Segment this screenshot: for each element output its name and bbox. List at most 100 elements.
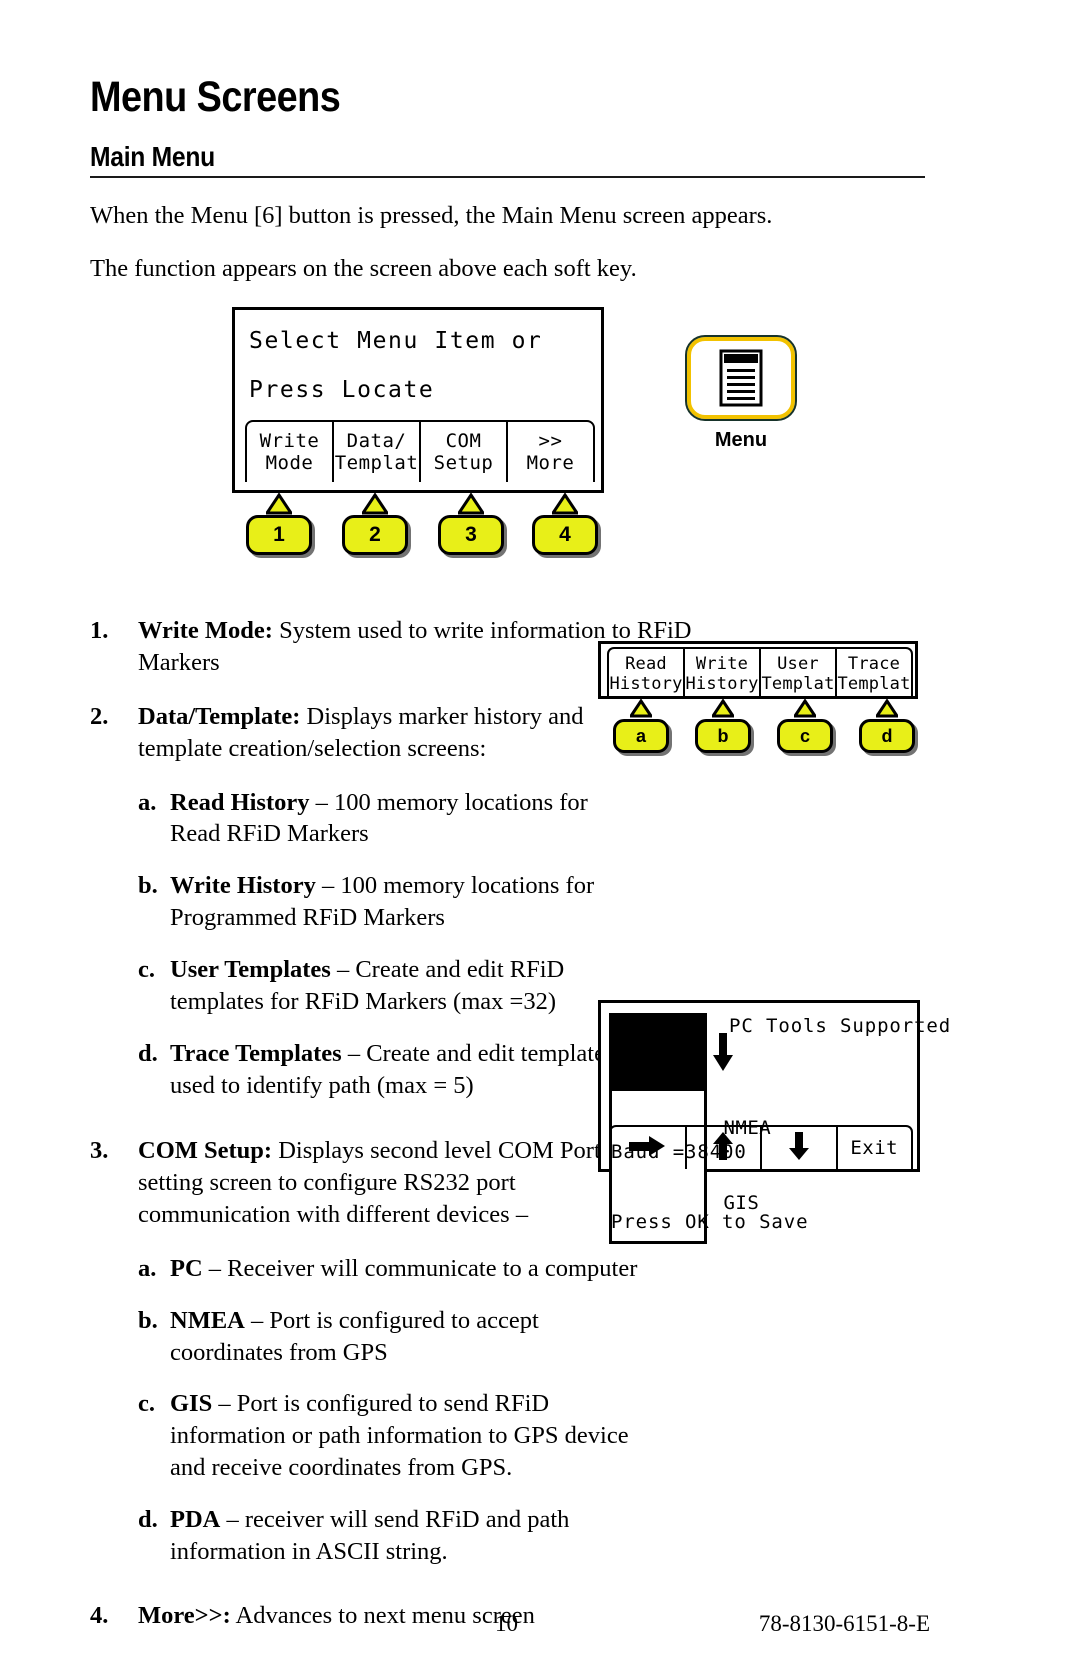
softkey-label-top: Data/ [346,429,407,452]
softkey-label-bottom: History [609,674,683,694]
list-item-text: – Port is configured to send RFiD inform… [170,1390,629,1482]
list-item-text: – receiver will send RFiD and path infor… [170,1505,570,1565]
softkey-label-bottom: Setup [433,452,494,475]
list-item-number: 3. [90,1137,109,1165]
com-setup-status: Baud =38400 Press OK to Save [611,1095,808,1280]
list-item-term: NMEA [170,1306,245,1334]
list-item-2b: b. Write History – 100 memory locations … [138,870,990,934]
section-divider [90,175,925,178]
softkey-user-templates[interactable]: User Templat [761,649,837,699]
hardware-button-1[interactable]: 1 [246,515,312,556]
com-setup-softkey-strip: Exit [609,1125,913,1169]
softkey-label-bottom: Mode [265,452,314,475]
up-arrow-icon [712,1131,734,1166]
list-item-number: b. [138,1306,158,1334]
softkey-write-mode[interactable]: Write Mode [247,422,334,483]
softkey-down-arrow[interactable] [762,1127,838,1169]
list-item-term: More>>: [138,1601,231,1629]
softkey-right-arrow[interactable] [611,1127,687,1169]
hardware-button-b[interactable]: b [695,719,751,753]
softkey-pointer-3 [458,493,484,515]
hardware-button-4[interactable]: 4 [532,515,598,556]
list-item-number: a. [138,788,157,816]
list-item-3c: c. GIS – Port is configured to send RFiD… [138,1388,990,1484]
hardware-button-a[interactable]: a [613,719,669,753]
data-template-softkey-strip: Read History Write History User Templat … [598,641,918,699]
softkey-label-bottom: More [526,452,575,475]
list-item-3a: a. PC – Receiver will communicate to a c… [138,1253,990,1285]
list-item-body: PC – Receiver will communicate to a comp… [170,1253,637,1285]
page-number: 10 [495,1611,518,1636]
list-item-term: Write Mode: [138,617,273,645]
dropdown-option-pc[interactable]: ✓PC [612,1016,747,1091]
section-title: Main Menu [90,141,215,173]
softkey-read-history[interactable]: Read History [609,649,685,699]
hardware-button-c[interactable]: c [777,719,833,753]
softkey-up-arrow[interactable] [687,1127,762,1169]
menu-key-label: Menu [714,429,768,452]
list-item-body: PDA – receiver will send RFiD and path i… [170,1504,640,1568]
softkey-data-template[interactable]: Data/ Templat [334,422,421,483]
softkey-label-bottom: Templat [334,452,419,475]
down-arrow-icon [713,1033,733,1077]
lcd-line-2: Press Locate [249,377,435,404]
list-item-body: Trace Templates – Create and edit templa… [170,1038,640,1102]
list-item-body: More>>: Advances to next menu screen [138,1600,535,1632]
softkey-pointer-c [794,699,816,718]
list-item-term: GIS [170,1390,213,1418]
list-item-term: Read History [170,788,310,816]
main-menu-figure: Select Menu Item or Press Locate Write M… [90,307,990,567]
softkey-exit[interactable]: Exit [838,1127,912,1169]
right-arrow-icon [628,1135,667,1162]
softkey-com-setup[interactable]: COM Setup [421,422,508,483]
list-item-body: NMEA – Port is configured to accept coor… [170,1305,640,1369]
list-item-body: COM Setup: Displays second level COM Por… [138,1135,608,1231]
list-item-number: d. [138,1039,158,1067]
main-menu-softkey-strip: Write Mode Data/ Templat COM Setup >> Mo… [245,420,595,483]
hardware-button-2[interactable]: 2 [342,515,408,556]
softkey-label-bottom: History [685,674,759,694]
list-item-number: a. [138,1254,157,1282]
softkey-label-top: Trace [847,653,901,674]
softkey-label-top: Read [625,653,667,674]
list-item-text: – Receiver will communicate to a compute… [202,1254,638,1282]
list-item-text: Advances to next menu screen [230,1601,535,1629]
softkey-write-history[interactable]: Write History [685,649,761,699]
softkey-label-top: Write [259,429,320,452]
hardware-button-d[interactable]: d [859,719,915,753]
softkey-pointer-4 [552,493,578,515]
softkey-label-top: User [777,653,819,674]
menu-key-body[interactable] [685,335,797,422]
data-template-hardware-button-row: a b c d [598,699,918,759]
softkey-trace-templates[interactable]: Trace Templat [837,649,911,699]
list-item-term: PC [170,1254,203,1282]
main-menu-lcd: Select Menu Item or Press Locate Write M… [232,307,604,494]
list-item-term: Trace Templates [170,1039,342,1067]
list-item-number: 4. [90,1601,109,1629]
list-item-3d: d. PDA – receiver will send RFiD and pat… [138,1504,990,1568]
softkey-pointer-a [630,699,652,718]
softkey-pointer-2 [362,493,388,515]
lcd-line-1: Select Menu Item or [249,328,543,355]
list-item-number: 2. [90,702,109,730]
com-setup-lcd: ✓PC ✓NMEA ✓GIS PC Tools Supported Baud =… [598,1000,950,1244]
list-item-body: Data/Template: Displays marker history a… [138,701,608,765]
list-item-body: User Templates – Create and edit RFiD te… [170,954,640,1018]
softkey-more[interactable]: >> More [508,422,593,482]
save-line: Press OK to Save [611,1210,809,1233]
softkey-label-bottom: Templat [837,674,911,694]
list-item-number: c. [138,955,155,983]
list-item-term: COM Setup: [138,1137,273,1165]
list-item-term: Data/Template: [138,702,301,730]
list-item-term: User Templates [170,955,331,983]
list-item-number: 1. [90,617,109,645]
data-template-softkey-inner: Read History Write History User Templat … [607,647,913,699]
softkey-label-top: >> [538,429,563,452]
list-item-3b: b. NMEA – Port is configured to accept c… [138,1305,990,1369]
list-item-number: b. [138,872,158,900]
list-item-2a: a. Read History – 100 memory locations f… [138,787,990,851]
hardware-button-3[interactable]: 3 [438,515,504,556]
menu-hardware-key[interactable]: Menu [685,335,797,452]
list-item-term: PDA [170,1505,221,1533]
list-item-body: Write History – 100 memory locations for… [170,870,640,934]
